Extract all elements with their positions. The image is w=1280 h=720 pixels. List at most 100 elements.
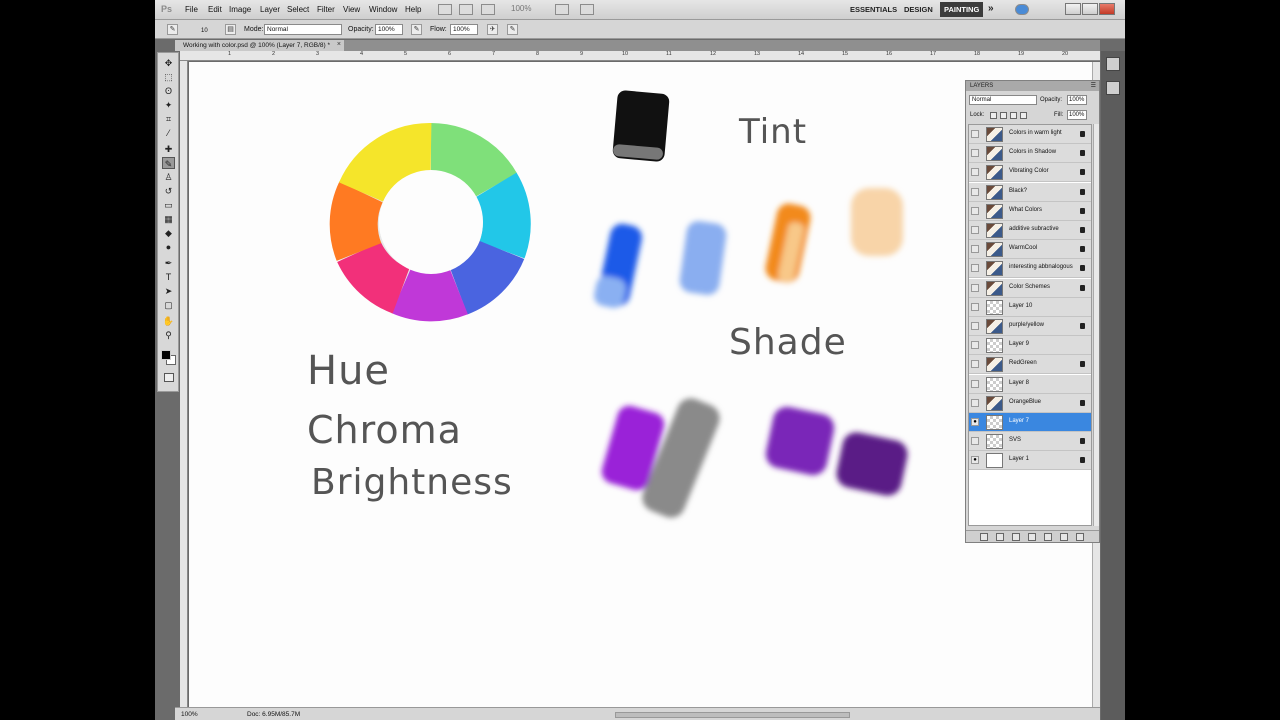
pressure-size-icon[interactable]: ✎	[507, 24, 518, 35]
clone-stamp-tool-icon[interactable]: ♙	[162, 171, 175, 183]
add-mask-icon[interactable]	[1012, 533, 1020, 541]
layer-style-icon[interactable]	[996, 533, 1004, 541]
layer-row[interactable]: Colors in warm light	[969, 125, 1091, 144]
zoom-level-dropdown[interactable]: 100%	[511, 4, 531, 13]
layers-dock-icon[interactable]	[1106, 81, 1120, 95]
quick-select-tool-icon[interactable]: ✦	[162, 99, 175, 111]
zoom-tool-icon[interactable]: ⚲	[162, 329, 175, 341]
eye-visible-icon[interactable]: ●	[971, 418, 979, 426]
workspace-design[interactable]: DESIGN	[904, 5, 933, 14]
lock-all-icon[interactable]	[1020, 112, 1027, 119]
layer-row[interactable]: Colors in Shadow	[969, 144, 1091, 164]
layer-row[interactable]: additive subractive	[969, 221, 1091, 240]
new-layer-icon[interactable]	[1060, 533, 1068, 541]
menu-image[interactable]: Image	[229, 5, 251, 14]
panel-menu-icon[interactable]: ☰	[1091, 82, 1096, 89]
type-tool-icon[interactable]: T	[162, 271, 175, 283]
layer-list-scrollbar[interactable]	[1093, 124, 1099, 526]
layer-row[interactable]: Vibrating Color	[969, 163, 1091, 183]
lock-image-icon[interactable]	[1000, 112, 1007, 119]
menu-layer[interactable]: Layer	[260, 5, 280, 14]
arrange-documents-button[interactable]	[555, 4, 569, 15]
eraser-tool-icon[interactable]: ▭	[162, 199, 175, 211]
workspace-essentials[interactable]: ESSENTIALS	[850, 5, 897, 14]
eye-hidden-icon[interactable]	[971, 437, 979, 446]
menu-help[interactable]: Help	[405, 5, 421, 14]
layer-opacity-field[interactable]: 100%	[1067, 95, 1087, 105]
eye-hidden-icon[interactable]	[971, 322, 979, 330]
eye-hidden-icon[interactable]	[971, 245, 979, 254]
crop-tool-icon[interactable]: ⌗	[162, 113, 175, 125]
view-extras-button[interactable]	[481, 4, 495, 15]
layer-row[interactable]: Layer 9	[969, 336, 1091, 356]
eye-hidden-icon[interactable]	[971, 379, 979, 388]
gradient-tool-icon[interactable]: ▦	[162, 213, 175, 225]
layer-row[interactable]: ● Layer 1	[969, 451, 1091, 471]
layer-row[interactable]: ● Layer 7	[969, 413, 1091, 432]
layer-row[interactable]: SVS	[969, 432, 1091, 452]
layer-row[interactable]: purple/yellow	[969, 317, 1091, 336]
eye-hidden-icon[interactable]	[971, 187, 979, 196]
screen-mode-button[interactable]	[580, 4, 594, 15]
move-tool-icon[interactable]: ✥	[162, 57, 175, 69]
lock-transparent-icon[interactable]	[990, 112, 997, 119]
eye-hidden-icon[interactable]	[971, 130, 979, 138]
minimize-button[interactable]	[1065, 3, 1081, 15]
blend-mode-select[interactable]: Normal	[969, 95, 1037, 105]
eye-hidden-icon[interactable]	[971, 360, 979, 369]
layer-row[interactable]: What Colors	[969, 201, 1091, 221]
lasso-tool-icon[interactable]: ʘ	[162, 85, 175, 97]
maximize-button[interactable]	[1082, 3, 1098, 15]
menu-file[interactable]: File	[185, 5, 198, 14]
healing-brush-tool-icon[interactable]: ✚	[162, 143, 175, 155]
dodge-tool-icon[interactable]: ●	[162, 241, 175, 253]
brush-size-value[interactable]: 10	[201, 28, 208, 34]
layer-row[interactable]: OrangeBlue	[969, 393, 1091, 413]
fill-field[interactable]: 100%	[1067, 110, 1087, 120]
quick-mask-icon[interactable]	[164, 373, 174, 382]
delete-layer-icon[interactable]	[1076, 533, 1084, 541]
launch-bridge-button[interactable]	[438, 4, 452, 15]
foreground-color-swatch[interactable]	[161, 350, 171, 360]
lock-position-icon[interactable]	[1010, 112, 1017, 119]
hand-tool-icon[interactable]: ✋	[162, 315, 175, 327]
new-group-icon[interactable]	[1044, 533, 1052, 541]
workspace-painting[interactable]: PAINTING	[940, 2, 984, 17]
brush-presets-icon[interactable]	[1106, 57, 1120, 71]
brush-panel-toggle-icon[interactable]: ▤	[225, 24, 236, 35]
adjustment-layer-icon[interactable]	[1028, 533, 1036, 541]
opacity-field[interactable]: 100%	[375, 24, 403, 35]
eye-hidden-icon[interactable]	[971, 149, 979, 158]
close-window-button[interactable]	[1099, 3, 1115, 15]
layer-row[interactable]: Layer 10	[969, 297, 1091, 317]
eye-hidden-icon[interactable]	[971, 206, 979, 215]
eye-hidden-icon[interactable]	[971, 264, 979, 273]
shape-tool-icon[interactable]: ▢	[162, 299, 175, 311]
menu-edit[interactable]: Edit	[208, 5, 222, 14]
pen-tool-icon[interactable]: ✒	[162, 257, 175, 269]
mode-select[interactable]: Normal	[264, 24, 342, 35]
layer-row[interactable]: WarmCool	[969, 240, 1091, 260]
eye-visible-icon[interactable]: ●	[971, 456, 979, 465]
marquee-tool-icon[interactable]: ⬚	[162, 71, 175, 83]
more-workspaces-button[interactable]: »	[988, 3, 994, 14]
path-selection-tool-icon[interactable]: ➤	[162, 285, 175, 297]
document-tab[interactable]: Working with color.psd @ 100% (Layer 7, …	[175, 40, 345, 51]
menu-view[interactable]: View	[343, 5, 360, 14]
menu-filter[interactable]: Filter	[317, 5, 335, 14]
eye-hidden-icon[interactable]	[971, 398, 979, 407]
menu-select[interactable]: Select	[287, 5, 309, 14]
brush-preset-icon[interactable]: ✎	[167, 24, 178, 35]
layer-row[interactable]: interesting abbnalogous	[969, 259, 1091, 279]
eye-hidden-icon[interactable]	[971, 283, 979, 292]
eye-hidden-icon[interactable]	[971, 302, 979, 311]
eye-hidden-icon[interactable]	[971, 168, 979, 177]
layer-row[interactable]: Black?	[969, 182, 1091, 202]
flow-field[interactable]: 100%	[450, 24, 478, 35]
menu-window[interactable]: Window	[369, 5, 397, 14]
status-zoom[interactable]: 100%	[181, 711, 198, 718]
blur-tool-icon[interactable]: ◆	[162, 227, 175, 239]
layer-row[interactable]: RedGreen	[969, 355, 1091, 375]
layer-row[interactable]: Color Schemes	[969, 278, 1091, 298]
cs-live-icon[interactable]	[1015, 4, 1029, 15]
